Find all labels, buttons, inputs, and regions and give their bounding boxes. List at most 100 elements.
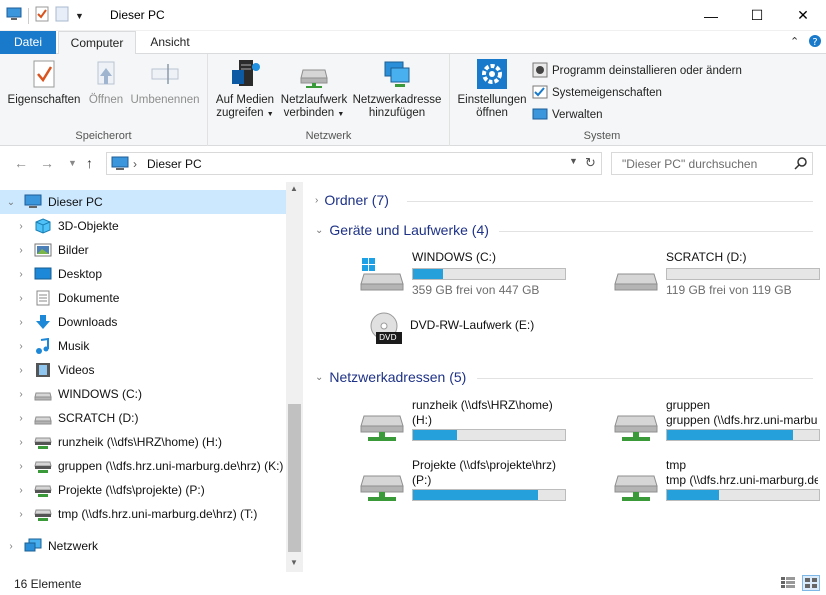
collapsed-chevron-icon[interactable]: › (14, 509, 28, 520)
tab-view[interactable]: Ansicht (140, 31, 200, 54)
drive-dvd-e[interactable]: DVD DVD-RW-Laufwerk (E:) (360, 310, 600, 362)
collapsed-chevron-icon[interactable]: › (14, 269, 28, 280)
collapsed-chevron-icon[interactable]: › (14, 365, 28, 376)
section-devices[interactable]: ⌄ Geräte und Laufwerke (4) (315, 222, 489, 238)
back-arrow-icon[interactable]: ← (14, 155, 28, 171)
tree-item[interactable]: › Desktop (0, 262, 286, 286)
recent-locations-icon[interactable]: ▼ (68, 158, 77, 168)
tree-item[interactable]: › 3D-Objekte (0, 214, 286, 238)
maximize-button[interactable]: ☐ (734, 0, 780, 31)
media-access-button[interactable]: Auf Medien zugreifen ▼ (212, 58, 278, 121)
open-settings-button[interactable]: Einstellungen öffnen (454, 58, 530, 120)
collapsed-chevron-icon[interactable]: › (14, 317, 28, 328)
tree-item-network[interactable]: › Netzwerk (0, 534, 286, 558)
customize-toolbar-icon[interactable]: ▼ (75, 11, 84, 21)
address-dropdown-icon[interactable]: ▼ (569, 156, 578, 166)
network-location-t[interactable]: tmp tmp (\\dfs.hrz.uni-marburg.de... (614, 458, 826, 514)
network-drive-icon (298, 58, 330, 90)
collapsed-chevron-icon[interactable]: › (14, 221, 28, 232)
up-arrow-icon[interactable]: ↑ (86, 155, 93, 171)
navigation-scrollbar[interactable]: ▲ ▼ (286, 182, 303, 572)
tree-item[interactable]: › gruppen (\\dfs.hrz.uni-marburg.de\hrz) … (0, 454, 286, 478)
collapsed-chevron-icon[interactable]: › (4, 541, 18, 552)
drive-name: WINDOWS (C:) (412, 250, 496, 264)
tree-item[interactable]: › runzheik (\\dfs\HRZ\home) (H:) (0, 430, 286, 454)
collapsed-chevron-icon[interactable]: › (14, 389, 28, 400)
group-label-location: Speicherort (75, 130, 132, 142)
rename-button[interactable]: Umbenennen (128, 58, 202, 107)
tab-computer[interactable]: Computer (58, 31, 136, 55)
manage-button[interactable]: Verwalten (532, 106, 603, 124)
network-location-k[interactable]: gruppen gruppen (\\dfs.hrz.uni-marburg.d… (614, 398, 826, 454)
collapsed-chevron-icon[interactable]: › (14, 413, 28, 424)
map-drive-button[interactable]: Netzlaufwerk verbinden ▼ (278, 58, 350, 121)
tiles-view-icon[interactable] (802, 575, 820, 591)
collapsed-chevron-icon[interactable]: › (14, 485, 28, 496)
network-location-p[interactable]: Projekte (\\dfs\projekte\hrz) (P:) (360, 458, 610, 514)
documents-icon (34, 290, 52, 306)
expanded-chevron-icon[interactable]: ⌄ (4, 197, 18, 208)
search-input[interactable]: "Dieser PC" durchsuchen (622, 157, 757, 171)
tree-item[interactable]: › Downloads (0, 310, 286, 334)
collapse-ribbon-icon[interactable]: ⌃ (790, 35, 799, 48)
new-folder-icon[interactable] (55, 6, 69, 25)
collapsed-chevron-icon[interactable]: › (14, 245, 28, 256)
divider (28, 7, 29, 24)
computer-icon[interactable] (6, 7, 22, 24)
collapsed-chevron-icon[interactable]: › (14, 461, 28, 472)
search-box[interactable]: "Dieser PC" durchsuchen (611, 152, 813, 175)
collapsed-chevron-icon[interactable]: › (14, 293, 28, 304)
collapsed-chevron-icon[interactable]: › (315, 195, 318, 206)
tree-item[interactable]: › SCRATCH (D:) (0, 406, 286, 430)
help-icon[interactable]: ? (808, 34, 822, 51)
section-network-locations[interactable]: ⌄ Netzwerkadressen (5) (315, 369, 466, 385)
tree-item[interactable]: › tmp (\\dfs.hrz.uni-marburg.de\hrz) (T:) (0, 502, 286, 526)
tree-item[interactable]: › WINDOWS (C:) (0, 382, 286, 406)
drive-scratch-d[interactable]: SCRATCH (D:) 119 GB frei von 119 GB (614, 250, 826, 302)
settings-gear-icon (476, 58, 508, 90)
uninstall-program-button[interactable]: Programm deinstallieren oder ändern (532, 62, 742, 80)
breadcrumb-separator[interactable]: › (133, 157, 137, 171)
tree-item-label: runzheik (\\dfs\HRZ\home) (H:) (58, 435, 223, 449)
tree-item-this-pc[interactable]: ⌄ Dieser PC (0, 190, 286, 214)
expanded-chevron-icon[interactable]: ⌄ (315, 225, 323, 236)
network-location-icon (381, 58, 413, 90)
tree-item[interactable]: › Projekte (\\dfs\projekte) (P:) (0, 478, 286, 502)
details-view-icon[interactable] (780, 576, 796, 593)
add-network-location-button[interactable]: Netzwerkadresse hinzufügen (350, 58, 444, 120)
tab-file[interactable]: Datei (0, 31, 56, 54)
tree-item[interactable]: › Videos (0, 358, 286, 382)
rename-icon (149, 58, 181, 90)
item-count: 16 Elemente (14, 577, 82, 591)
network-drive-icon (34, 482, 52, 498)
properties-button[interactable]: Eigenschaften (6, 58, 82, 107)
tree-item-label: Musik (58, 339, 90, 353)
collapsed-chevron-icon[interactable]: › (14, 437, 28, 448)
minimize-button[interactable]: — (688, 0, 734, 31)
forward-arrow-icon[interactable]: → (40, 155, 54, 171)
system-properties-button[interactable]: Systemeigenschaften (532, 84, 662, 102)
scroll-up-icon[interactable]: ▲ (290, 184, 298, 193)
drive-windows-c[interactable]: WINDOWS (C:) 359 GB frei von 447 GB (360, 250, 600, 302)
breadcrumb[interactable]: Dieser PC (147, 157, 202, 171)
drive-usage-fill (667, 490, 719, 500)
collapsed-chevron-icon[interactable]: › (14, 341, 28, 352)
group-network: Auf Medien zugreifen ▼ Netzlaufwerk verb… (208, 54, 450, 146)
refresh-icon[interactable]: ↻ (585, 155, 596, 171)
address-bar[interactable]: › Dieser PC ▼ ↻ (106, 152, 602, 175)
tree-item-label: SCRATCH (D:) (58, 411, 139, 425)
search-icon[interactable] (794, 156, 808, 173)
close-button[interactable]: ✕ (780, 0, 826, 31)
scrollbar-thumb[interactable] (288, 404, 301, 552)
drive-usage-fill (413, 490, 538, 500)
section-folders[interactable]: › Ordner (7) (315, 192, 389, 208)
open-button[interactable]: Öffnen (84, 58, 128, 107)
properties-icon[interactable] (35, 6, 49, 25)
expanded-chevron-icon[interactable]: ⌄ (315, 372, 323, 383)
tree-item[interactable]: › Musik (0, 334, 286, 358)
drive-usage-bar (412, 489, 566, 501)
scroll-down-icon[interactable]: ▼ (290, 558, 298, 567)
tree-item[interactable]: › Bilder (0, 238, 286, 262)
tree-item[interactable]: › Dokumente (0, 286, 286, 310)
network-location-h[interactable]: runzheik (\\dfs\HRZ\home) (H:) (360, 398, 610, 454)
